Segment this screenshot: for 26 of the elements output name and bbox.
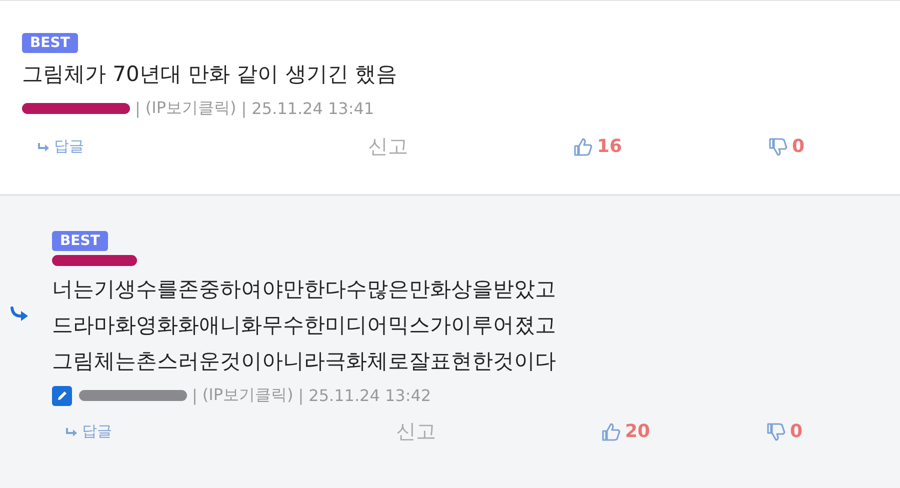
comment-date: 25.11.24 13:42 bbox=[308, 386, 432, 405]
thumbs-down-icon bbox=[766, 422, 786, 442]
report-button[interactable]: 신고 bbox=[396, 418, 436, 445]
reply-button[interactable]: 답글 bbox=[66, 422, 112, 441]
dislike-button[interactable]: 0 bbox=[766, 421, 803, 442]
ip-link[interactable]: (IP보기클릭) bbox=[145, 98, 236, 119]
separator: | bbox=[135, 99, 140, 118]
like-button[interactable]: 16 bbox=[573, 136, 622, 157]
thumbs-up-icon bbox=[573, 136, 593, 156]
separator: | bbox=[241, 99, 247, 118]
separator: | bbox=[298, 386, 304, 405]
separator: | bbox=[192, 386, 198, 405]
comment-date: 25.11.24 13:41 bbox=[252, 99, 374, 118]
best-badge: BEST bbox=[22, 33, 78, 53]
reply-arrow-icon bbox=[38, 142, 50, 152]
report-button[interactable]: 신고 bbox=[368, 133, 408, 160]
thumbs-down-icon bbox=[768, 136, 788, 156]
ip-link[interactable]: (IP보기클릭) bbox=[202, 385, 294, 406]
comment-text: 너는기생수를존중하여야만한다수많은만화상을받았고 드라마화영화화애니화무수한미디어믹스가이루어졌고 그림체는촌스러운것이아니라극화체로잘표현한것이다 bbox=[52, 276, 557, 375]
best-badge: BEST bbox=[52, 231, 108, 251]
comment-text: 그림체가 70년대 만화 같이 생기긴 했음 bbox=[22, 61, 398, 88]
thumbs-up-icon bbox=[601, 422, 621, 442]
reply-arrow-icon bbox=[66, 426, 78, 436]
reply-button[interactable]: 답글 bbox=[38, 137, 84, 156]
like-button[interactable]: 20 bbox=[601, 421, 650, 442]
dislike-button[interactable]: 0 bbox=[768, 136, 805, 157]
